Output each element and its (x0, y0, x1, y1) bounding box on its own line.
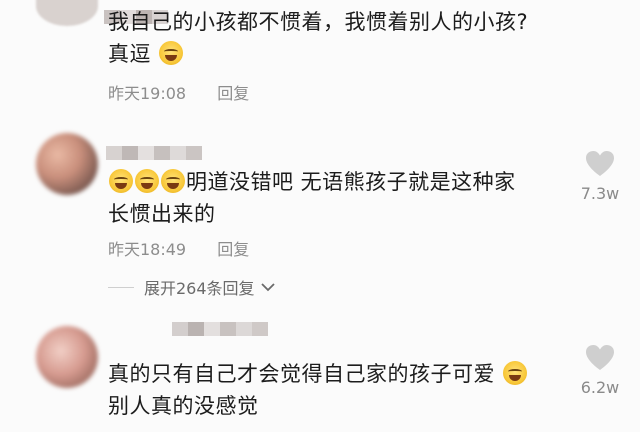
comment-text-line: 我自己的小孩都不惯着，我惯着别人的小孩? (108, 10, 529, 34)
heart-icon (586, 151, 614, 176)
comment-text: 我自己的小孩都不惯着，我惯着别人的小孩? 真逗 (108, 6, 528, 70)
laughing-crying-emoji-icon (159, 41, 184, 65)
comment-meta: 昨天18:49 回复 (108, 236, 249, 260)
username-mosaic (172, 322, 268, 336)
chevron-down-icon (260, 283, 275, 292)
avatar[interactable] (36, 326, 98, 388)
reply-button[interactable]: 回复 (217, 240, 249, 259)
heart-icon (586, 345, 614, 370)
avatar[interactable] (36, 0, 98, 26)
laughing-crying-emoji-icon (503, 361, 528, 385)
comment-text-line: 长惯出来的 (108, 202, 216, 226)
expand-replies-label: 展开264条回复 (144, 279, 255, 298)
like-count: 6.2w (580, 378, 620, 397)
expand-replies-button[interactable]: 展开264条回复 (108, 275, 275, 299)
comment-time: 昨天18:49 (108, 240, 187, 259)
comment-text: 真的只有自己才会觉得自己家的孩子可爱 别人真的没感觉 (108, 358, 528, 422)
divider (108, 286, 134, 288)
comment-text-line: 别人真的没感觉 (108, 394, 259, 418)
laughing-crying-emoji-icon (161, 169, 185, 193)
comment-meta: 昨天19:08 回复 (108, 80, 249, 104)
comment-text-line: 真逗 (108, 42, 151, 66)
like-button[interactable]: 6.2w (578, 344, 622, 397)
like-button[interactable]: 7.3w (578, 150, 622, 203)
comment-time: 昨天19:08 (108, 84, 187, 103)
reply-button[interactable]: 回复 (217, 84, 249, 103)
username-mosaic (106, 146, 202, 160)
comment-text-line: 真的只有自己才会觉得自己家的孩子可爱 (108, 362, 495, 386)
avatar[interactable] (36, 133, 98, 195)
comment-text-line: 明道没错吧 无语熊孩子就是这种家 (186, 170, 516, 194)
laughing-crying-emoji-icon (135, 169, 159, 193)
comment-text: 明道没错吧 无语熊孩子就是这种家 长惯出来的 (108, 166, 516, 230)
laughing-crying-emoji-icon (109, 169, 133, 193)
like-count: 7.3w (580, 184, 620, 203)
